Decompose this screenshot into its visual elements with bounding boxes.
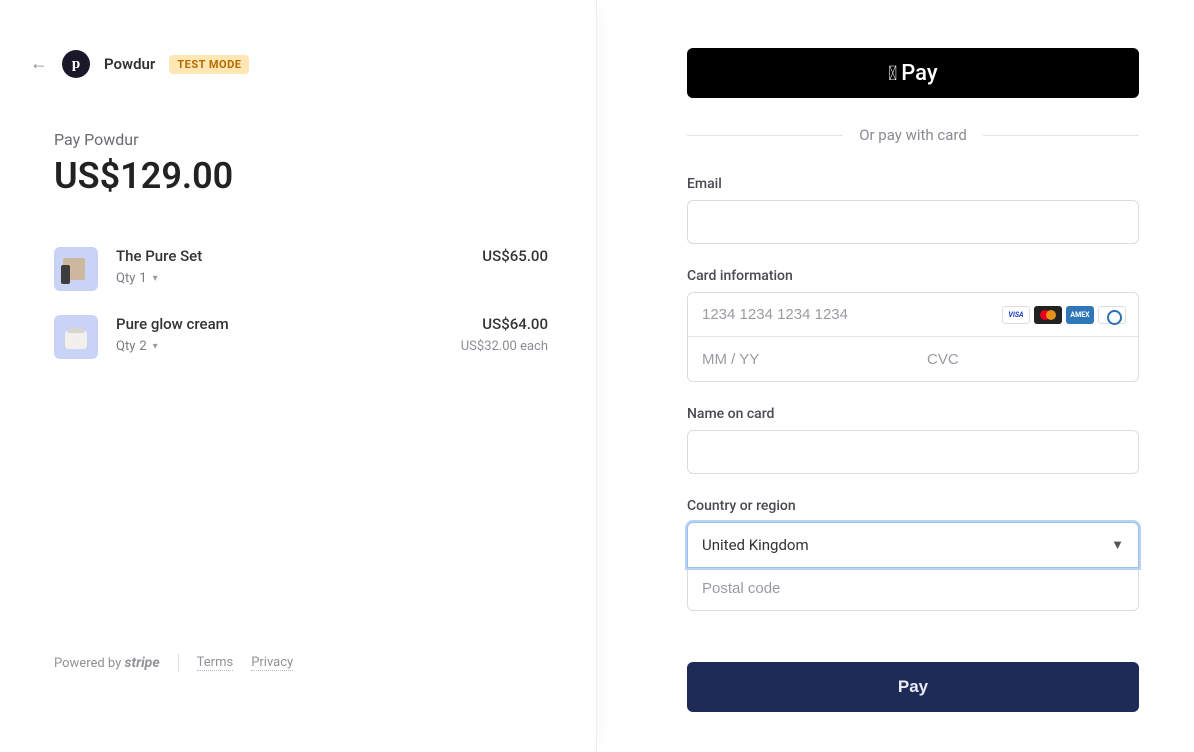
qty-value: 1 [139,271,146,286]
chevron-down-icon: ▾ [153,341,158,352]
name-on-card-label: Name on card [687,406,1139,422]
test-mode-badge: TEST MODE [169,55,249,74]
card-number-field[interactable] [702,306,1002,323]
quantity-selector[interactable]: Qty 2 ▾ [116,339,461,354]
pay-to-label: Pay Powdur [54,130,548,149]
country-group: United Kingdom ▼ [687,522,1139,611]
email-field[interactable] [687,200,1139,244]
country-value: United Kingdom [702,536,809,554]
chevron-down-icon: ▼ [1111,537,1124,553]
diners-icon [1098,306,1126,324]
order-total: US$129.00 [54,155,548,197]
powered-by-label: Powered by stripe [54,655,160,671]
email-label: Email [687,176,1139,192]
stripe-logo: stripe [125,655,160,671]
unit-price: US$32.00 each [461,339,548,354]
product-title: Pure glow cream [116,315,461,333]
privacy-link[interactable]: Privacy [251,655,293,671]
name-on-card-field[interactable] [687,430,1139,474]
quantity-selector[interactable]: Qty 1 ▾ [116,271,482,286]
country-label: Country or region [687,498,1139,514]
line-item: Pure glow cream Qty 2 ▾ US$64.00 US$32.0… [54,315,548,359]
apple-pay-button[interactable]:  Pay [687,48,1139,98]
divider [178,654,179,672]
chevron-down-icon: ▾ [153,273,158,284]
product-title: The Pure Set [116,247,482,265]
merchant-logo: p [62,50,90,78]
line-items: The Pure Set Qty 1 ▾ US$65.00 Pure glow … [54,247,548,383]
card-cvc-field[interactable] [913,337,1138,381]
apple-pay-label: Pay [901,61,937,86]
qty-label: Qty [116,339,135,354]
terms-link[interactable]: Terms [197,655,234,671]
product-thumbnail [54,315,98,359]
order-summary-panel: ← p Powdur TEST MODE Pay Powdur US$129.0… [0,0,597,752]
payment-panel:  Pay Or pay with card Email Card inform… [597,0,1194,752]
country-select[interactable]: United Kingdom ▼ [687,522,1139,568]
summary-footer: Powered by stripe Terms Privacy [54,654,548,722]
line-item: The Pure Set Qty 1 ▾ US$65.00 [54,247,548,291]
qty-label: Qty [116,271,135,286]
product-thumbnail [54,247,98,291]
qty-value: 2 [139,339,146,354]
pay-button[interactable]: Pay [687,662,1139,712]
divider-or: Or pay with card [687,126,1139,144]
card-brand-icons: VISA AMEX [1002,306,1126,324]
postal-code-field[interactable] [687,567,1139,611]
amex-icon: AMEX [1066,306,1094,324]
mastercard-icon [1034,306,1062,324]
card-info-label: Card information [687,268,1139,284]
or-pay-with-card-label: Or pay with card [859,126,967,144]
merchant-header: ← p Powdur TEST MODE [30,50,548,78]
back-arrow-icon[interactable]: ← [30,55,48,73]
merchant-name: Powdur [104,55,155,73]
line-price: US$65.00 [482,247,548,265]
apple-icon:  [888,63,897,83]
visa-icon: VISA [1002,306,1030,324]
card-input-group: VISA AMEX [687,292,1139,382]
card-expiry-field[interactable] [688,337,913,381]
line-price: US$64.00 [461,315,548,333]
